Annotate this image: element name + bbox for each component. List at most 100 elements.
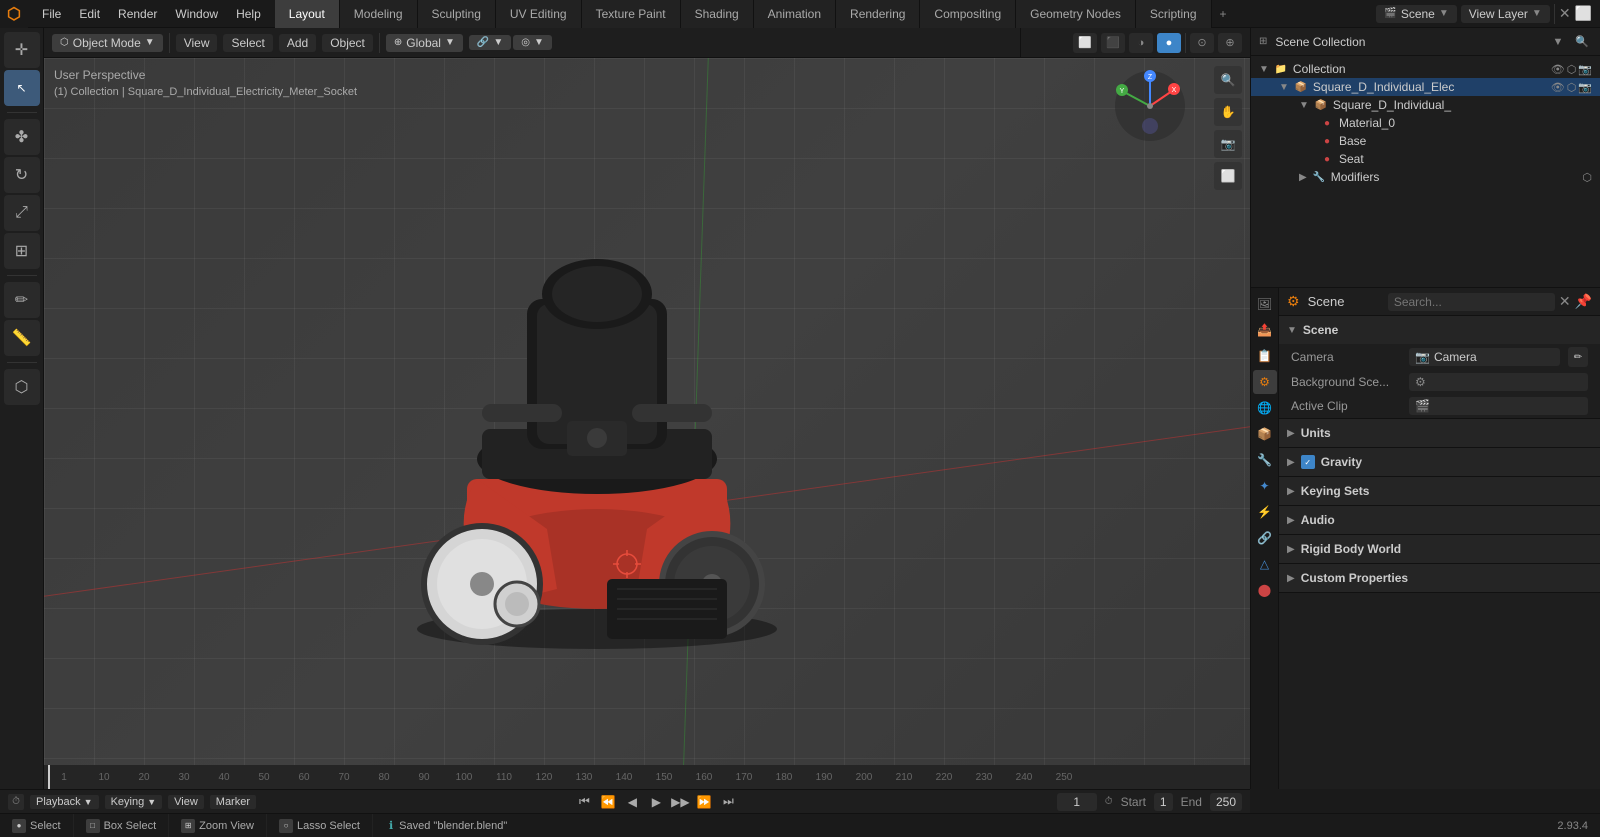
output-props-icon[interactable]: 📤 bbox=[1253, 318, 1277, 342]
props-close-icon[interactable]: ✕ bbox=[1559, 293, 1571, 311]
jump-start-button[interactable]: ⏮ bbox=[574, 792, 594, 812]
scene-selector[interactable]: 🎬 Scene ▼ bbox=[1376, 5, 1456, 23]
timeline-scrubber[interactable]: 1 10 20 30 40 50 60 70 80 90 100 110 120… bbox=[0, 765, 1250, 789]
menu-edit[interactable]: Edit bbox=[71, 5, 108, 23]
world-props-icon[interactable]: 🌐 bbox=[1253, 396, 1277, 420]
outliner-item-material[interactable]: ● Material_0 bbox=[1251, 114, 1600, 132]
gravity-checkbox[interactable]: ✓ bbox=[1301, 455, 1315, 469]
gravity-section-header[interactable]: ▶ ✓ Gravity bbox=[1279, 448, 1600, 476]
keying-dropdown[interactable]: Keying ▼ bbox=[105, 795, 163, 809]
filter-icon[interactable]: ▼ bbox=[1548, 32, 1568, 52]
units-section-header[interactable]: ▶ Units bbox=[1279, 419, 1600, 447]
gizmo-toggle[interactable]: ⊕ bbox=[1218, 33, 1242, 53]
jump-next-button[interactable]: ▶▶ bbox=[670, 792, 690, 812]
render-props-icon[interactable]: 🖼 bbox=[1253, 292, 1277, 316]
playback-dropdown[interactable]: Playback ▼ bbox=[30, 795, 99, 809]
tab-uv-editing[interactable]: UV Editing bbox=[496, 0, 582, 28]
tab-layout[interactable]: Layout bbox=[275, 0, 340, 28]
audio-section-header[interactable]: ▶ Audio bbox=[1279, 506, 1600, 534]
next-keyframe-button[interactable]: ⏩ bbox=[694, 792, 714, 812]
outliner-item-collection[interactable]: ▼ 📁 Collection 👁 ⬡ 📷 bbox=[1251, 60, 1600, 78]
fullscreen-button[interactable]: ⬜ bbox=[1575, 5, 1592, 22]
tool-annotate[interactable]: ✏ bbox=[4, 282, 40, 318]
prev-keyframe-button[interactable]: ⏪ bbox=[598, 792, 618, 812]
camera-edit-icon[interactable]: ✏ bbox=[1568, 347, 1588, 367]
props-pin-icon[interactable]: 📌 bbox=[1575, 293, 1592, 311]
tool-transform[interactable]: ⊞ bbox=[4, 233, 40, 269]
blender-logo[interactable]: ⬡ bbox=[0, 0, 28, 28]
tab-geometry-nodes[interactable]: Geometry Nodes bbox=[1016, 0, 1136, 28]
close-button[interactable]: ✕ bbox=[1559, 5, 1571, 22]
start-frame-input[interactable]: 1 bbox=[1154, 793, 1173, 811]
eye-icon[interactable]: 👁 bbox=[1551, 63, 1565, 76]
shading-material[interactable]: ◑ bbox=[1129, 33, 1153, 53]
hide-icon-2[interactable]: ⬡ bbox=[1567, 81, 1577, 94]
orthographic-tool[interactable]: ⬜ bbox=[1214, 162, 1242, 190]
scene-props-icon[interactable]: ⚙ bbox=[1253, 370, 1277, 394]
scene-section-header[interactable]: ▼ Scene bbox=[1279, 316, 1600, 344]
tool-measure[interactable]: 📏 bbox=[4, 320, 40, 356]
jump-prev-button[interactable]: ◀ bbox=[622, 792, 642, 812]
modifier-props-icon[interactable]: 🔧 bbox=[1253, 448, 1277, 472]
tool-add-primitive[interactable]: ⬡ bbox=[4, 369, 40, 405]
outliner-item-seat[interactable]: ● Seat bbox=[1251, 150, 1600, 168]
viewlayer-props-icon[interactable]: 📋 bbox=[1253, 344, 1277, 368]
transform-dropdown[interactable]: ⊕ Global ▼ bbox=[386, 34, 463, 52]
shading-rendered[interactable]: ● bbox=[1157, 33, 1181, 53]
end-frame-input[interactable]: 250 bbox=[1210, 793, 1242, 811]
tab-scripting[interactable]: Scripting bbox=[1136, 0, 1212, 28]
props-search-input[interactable] bbox=[1388, 293, 1555, 311]
custom-properties-header[interactable]: ▶ Custom Properties bbox=[1279, 564, 1600, 592]
object-menu[interactable]: Object bbox=[322, 34, 373, 52]
tool-move[interactable]: ✤ bbox=[4, 119, 40, 155]
keying-sets-section-header[interactable]: ▶ Keying Sets bbox=[1279, 477, 1600, 505]
proportional-dropdown[interactable]: ◎ ▼ bbox=[513, 35, 552, 50]
nav-gizmo[interactable]: Z X Y bbox=[1110, 66, 1190, 146]
data-props-icon[interactable]: △ bbox=[1253, 552, 1277, 576]
camera-value[interactable]: 📷 Camera bbox=[1409, 348, 1560, 366]
hide-icon[interactable]: ⬡ bbox=[1567, 63, 1577, 76]
zoom-tool[interactable]: 🔍 bbox=[1214, 66, 1242, 94]
viewport-3d[interactable]: User Perspective (1) Collection | Square… bbox=[44, 58, 1250, 789]
view-layer-selector[interactable]: View Layer ▼ bbox=[1461, 5, 1550, 23]
view-button[interactable]: View bbox=[168, 795, 204, 809]
mode-dropdown[interactable]: ⬡ Object Mode ▼ bbox=[52, 34, 163, 52]
shading-wireframe[interactable]: ⬜ bbox=[1073, 33, 1097, 53]
outliner-item-modifiers[interactable]: ▶ 🔧 Modifiers ⬡ bbox=[1251, 168, 1600, 186]
tab-sculpting[interactable]: Sculpting bbox=[418, 0, 496, 28]
search-icon[interactable]: 🔍 bbox=[1572, 32, 1592, 52]
tab-compositing[interactable]: Compositing bbox=[920, 0, 1016, 28]
camera-tool[interactable]: 📷 bbox=[1214, 130, 1242, 158]
view-menu[interactable]: View bbox=[176, 34, 218, 52]
add-menu[interactable]: Add bbox=[279, 34, 316, 52]
constraints-props-icon[interactable]: 🔗 bbox=[1253, 526, 1277, 550]
marker-button[interactable]: Marker bbox=[210, 795, 256, 809]
outliner-item-square-d[interactable]: ▼ 📦 Square_D_Individual_Elec 👁 ⬡ 📷 bbox=[1251, 78, 1600, 96]
tool-scale[interactable]: ⤢ bbox=[4, 195, 40, 231]
tab-texture-paint[interactable]: Texture Paint bbox=[582, 0, 681, 28]
particles-props-icon[interactable]: ✦ bbox=[1253, 474, 1277, 498]
pan-tool[interactable]: ✋ bbox=[1214, 98, 1242, 126]
play-button[interactable]: ▶ bbox=[646, 792, 666, 812]
object-props-icon[interactable]: 📦 bbox=[1253, 422, 1277, 446]
render-icon-2[interactable]: 📷 bbox=[1578, 81, 1592, 94]
render-icon[interactable]: 📷 bbox=[1578, 63, 1592, 76]
tool-cursor[interactable]: ✛ bbox=[4, 32, 40, 68]
tool-select[interactable]: ↖ bbox=[4, 70, 40, 106]
viewport-overlay[interactable]: ⊙ bbox=[1190, 33, 1214, 53]
outliner-item-square-d-sub[interactable]: ▼ 📦 Square_D_Individual_ bbox=[1251, 96, 1600, 114]
active-clip-value[interactable]: 🎬 bbox=[1409, 397, 1588, 415]
tab-animation[interactable]: Animation bbox=[754, 0, 836, 28]
snap-dropdown[interactable]: 🔗 ▼ bbox=[469, 35, 511, 50]
eye-icon-2[interactable]: 👁 bbox=[1551, 81, 1565, 94]
physics-props-icon[interactable]: ⚡ bbox=[1253, 500, 1277, 524]
menu-render[interactable]: Render bbox=[110, 5, 165, 23]
material-props-icon[interactable]: ⬤ bbox=[1253, 578, 1277, 602]
tab-add-button[interactable]: + bbox=[1212, 0, 1235, 28]
rigid-body-world-header[interactable]: ▶ Rigid Body World bbox=[1279, 535, 1600, 563]
menu-file[interactable]: File bbox=[34, 5, 69, 23]
jump-end-button[interactable]: ⏭ bbox=[718, 792, 738, 812]
current-frame-input[interactable]: 1 bbox=[1057, 793, 1097, 811]
menu-window[interactable]: Window bbox=[167, 5, 226, 23]
background-scene-value[interactable]: ⚙ bbox=[1409, 373, 1588, 391]
